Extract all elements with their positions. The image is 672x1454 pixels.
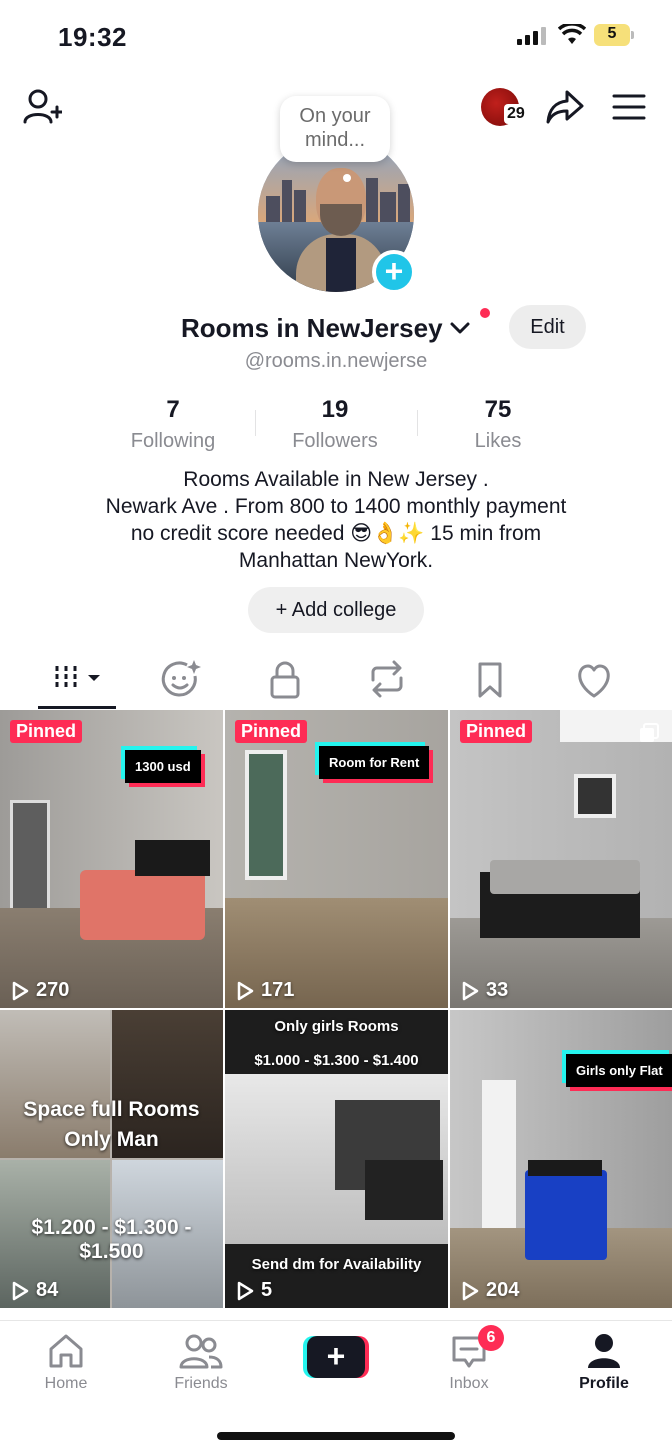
menu-icon[interactable] [612,92,646,122]
stat-likes-label: Likes [474,430,522,452]
video-caption: $1.000 - $1.300 - $1.400 [254,1052,419,1069]
battery-icon: 5 [594,24,634,46]
stat-following-value: 7 [166,396,180,423]
tab-favorites[interactable] [460,656,520,704]
grid-icon [55,666,100,690]
nav-home-label: Home [44,1375,88,1392]
video-grid: Pinned 1300 usd 270 Pinned Room for Rent… [0,710,672,1320]
nav-inbox[interactable]: 6 Inbox [414,1325,524,1393]
video-caption: Only girls Rooms [274,1018,399,1035]
stat-followers-label: Followers [292,430,378,452]
stat-followers-value: 19 [321,396,349,423]
nav-profile-label: Profile [579,1375,629,1392]
chevron-down-icon [450,322,470,334]
nav-friends-label: Friends [174,1375,228,1392]
video-tile[interactable]: Girls only Flat 204 [450,1010,672,1308]
add-friend-icon[interactable] [22,88,62,126]
tab-reposts[interactable] [357,656,417,704]
play-icon [12,1281,29,1300]
nav-friends[interactable]: Friends [146,1331,256,1393]
repost-icon [371,660,403,698]
status-time: 19:32 [58,22,127,52]
video-tile[interactable]: Space full Rooms Only Man $1.200 - $1.30… [0,1010,223,1308]
wifi-icon [558,24,586,44]
nav-profile[interactable]: Profile [549,1331,659,1393]
view-count: 204 [460,1279,519,1302]
stat-divider [255,410,256,436]
pinned-badge: Pinned [235,720,308,743]
name-row[interactable]: Rooms in NewJersey [181,310,471,346]
profile-name: Rooms in NewJersey [181,312,443,343]
video-tile[interactable]: Pinned 33 [450,710,672,1008]
tab-videos[interactable] [48,656,108,704]
bookmark-icon [478,662,502,698]
mind-bubble[interactable]: On your mind... [280,96,390,162]
video-tile[interactable]: Pinned 1300 usd 270 [0,710,223,1008]
stat-likes-value: 75 [484,396,512,423]
play-icon [237,1281,254,1300]
status-dot [480,308,490,318]
stat-likes[interactable]: 75 Likes [428,396,568,453]
bubble-dot [343,174,351,182]
video-tile[interactable]: Only girls Rooms $1.000 - $1.300 - $1.40… [225,1010,448,1308]
heart-icon [578,664,610,698]
view-count-value: 33 [486,979,509,1001]
battery-level: 5 [607,25,617,42]
play-icon [462,1281,479,1300]
profile-icon [588,1334,620,1368]
pinned-badge: Pinned [460,720,533,743]
status-bar: 19:32 5 [0,0,672,70]
view-count-value: 84 [36,1279,59,1301]
video-caption: Space full Rooms [23,1098,200,1121]
view-count: 5 [235,1279,272,1302]
view-count-value: 171 [261,979,295,1001]
view-count-value: 5 [261,1279,273,1301]
view-count: 84 [10,1279,58,1302]
view-count: 33 [460,979,508,1002]
home-indicator [217,1432,455,1440]
profile-bio: Rooms Available in New Jersey . Newark A… [105,468,567,572]
home-icon [49,1334,83,1368]
video-tag: 1300 usd [125,750,201,783]
notification-count: 29 [504,104,528,124]
video-caption: Only Man [64,1128,159,1151]
view-count: 270 [10,979,69,1002]
video-caption: $1.200 - $1.300 - $1.500 [31,1216,192,1263]
signal-icon [517,27,546,45]
view-count-value: 204 [486,1279,520,1301]
nav-inbox-label: Inbox [449,1375,489,1392]
share-icon[interactable] [545,88,585,126]
create-button[interactable]: + [303,1336,369,1378]
username: @rooms.in.newjerse [244,350,428,372]
video-caption: Send dm for Availability [251,1256,422,1273]
stat-following-label: Following [130,430,216,452]
view-count-value: 270 [36,979,70,1001]
edit-profile-button[interactable]: Edit [509,305,586,349]
add-avatar-button[interactable]: + [372,250,416,294]
plus-icon: + [384,253,404,289]
tab-underline [38,706,116,709]
plus-icon: + [307,1336,365,1378]
lock-icon [270,661,300,699]
nav-home[interactable]: Home [11,1331,121,1393]
add-college-button[interactable]: + Add college [248,587,424,633]
tab-private[interactable] [255,656,315,704]
play-icon [237,981,254,1000]
video-tile[interactable]: Pinned Room for Rent 171 [225,710,448,1008]
view-count: 171 [235,979,294,1002]
friends-icon [179,1334,223,1369]
stat-divider [417,410,418,436]
stat-followers[interactable]: 19 Followers [265,396,405,453]
pinned-badge: Pinned [10,720,83,743]
multi-photo-icon [640,723,659,742]
video-tag: Girls only Flat [566,1054,672,1087]
inbox-badge: 6 [478,1325,504,1351]
video-tag: Room for Rent [319,746,430,779]
sparkle-face-icon [161,660,201,697]
play-icon [12,981,29,1000]
play-icon [462,981,479,1000]
stat-following[interactable]: 7 Following [103,396,243,453]
tab-liked[interactable] [564,656,624,704]
tab-ai-self[interactable] [151,656,211,704]
